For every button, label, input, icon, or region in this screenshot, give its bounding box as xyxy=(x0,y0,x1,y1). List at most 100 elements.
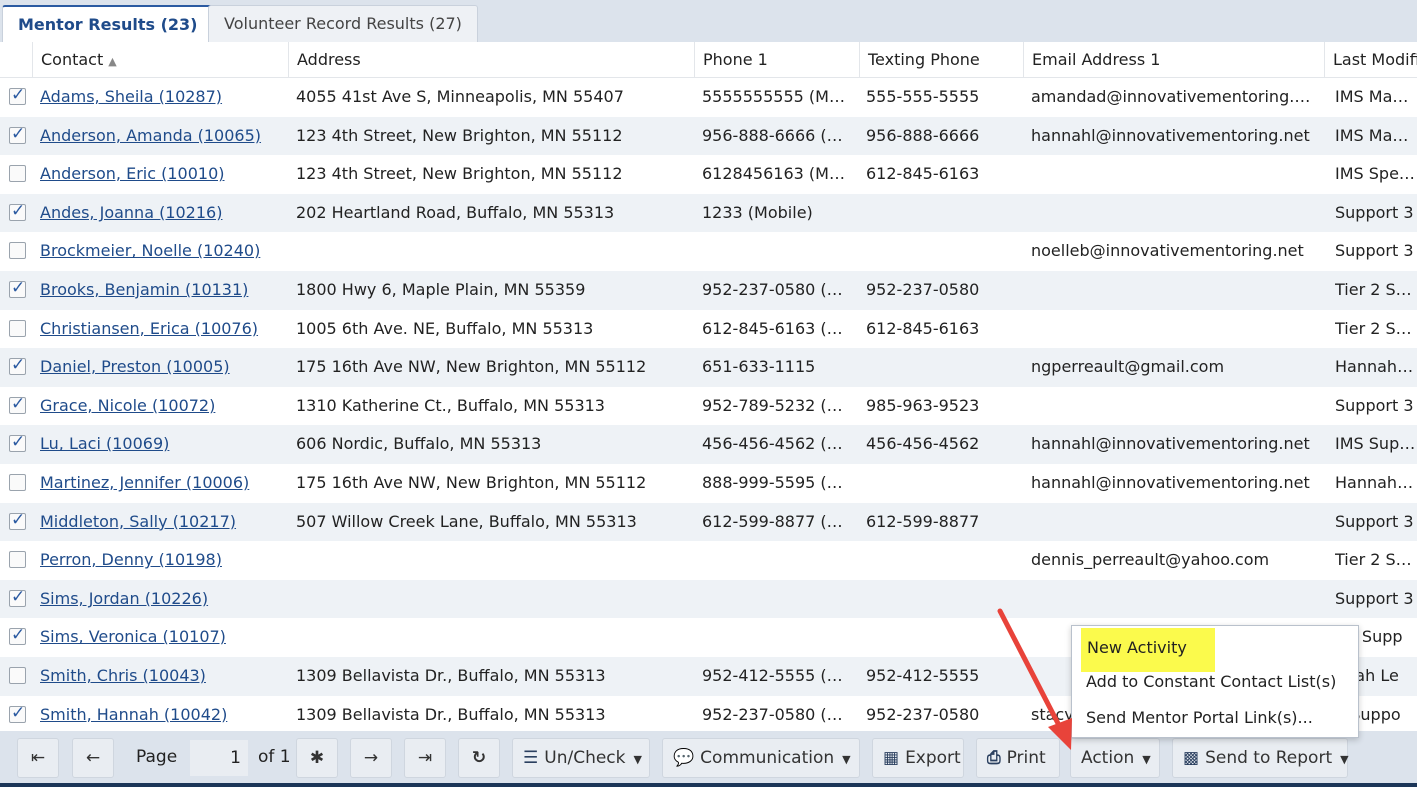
page-number-input[interactable] xyxy=(190,740,248,776)
email-cell xyxy=(1031,310,1321,349)
email-cell: hannahl@innovativementoring.net xyxy=(1031,434,1310,454)
communication-button[interactable]: 💬 Communication ▼ xyxy=(662,738,860,778)
modified-cell: Tier 2 Supp xyxy=(1335,318,1417,338)
last-page-button[interactable]: ⇥ xyxy=(404,738,446,778)
phone-cell: 952-412-5555 (M… xyxy=(702,666,854,685)
contact-link[interactable]: Grace, Nicole (10072) xyxy=(40,396,215,415)
contact-cell: Daniel, Preston (10005) xyxy=(40,348,286,387)
texting-cell: 952-237-0580 xyxy=(866,280,980,299)
phone-cell: 952-789-5232 (H… xyxy=(702,395,854,415)
contact-link[interactable]: Anderson, Amanda (10065) xyxy=(40,126,261,145)
address-cell xyxy=(296,580,688,619)
contact-link[interactable]: Anderson, Eric (10010) xyxy=(40,164,225,183)
action-button[interactable]: Action ▼ xyxy=(1070,738,1160,778)
modified-cell: IMS Manag xyxy=(1335,125,1417,145)
contact-cell: Middleton, Sally (10217) xyxy=(40,503,286,542)
contact-link[interactable]: Middleton, Sally (10217) xyxy=(40,512,236,531)
row-checkbox[interactable] xyxy=(9,124,26,144)
menu-item-send-mentor-portal-link[interactable]: Send Mentor Portal Link(s)... xyxy=(1086,703,1313,733)
row-checkbox[interactable] xyxy=(9,394,26,414)
contact-link[interactable]: Sims, Veronica (10107) xyxy=(40,627,226,646)
modified-cell: Support 3 xyxy=(1335,202,1414,222)
column-header-address[interactable]: Address xyxy=(288,42,694,78)
row-checkbox[interactable] xyxy=(9,432,26,453)
row-checkbox[interactable] xyxy=(9,625,26,646)
contact-link[interactable]: Brockmeier, Noelle (10240) xyxy=(40,241,260,260)
texting-cell xyxy=(866,348,1018,387)
contact-link[interactable]: Smith, Hannah (10042) xyxy=(40,705,227,724)
contact-link[interactable]: Smith, Chris (10043) xyxy=(40,666,206,685)
contact-link[interactable]: Andes, Joanna (10216) xyxy=(40,203,222,222)
contact-link[interactable]: Brooks, Benjamin (10131) xyxy=(40,280,248,299)
contact-link[interactable]: Daniel, Preston (10005) xyxy=(40,357,230,376)
contact-link[interactable]: Adams, Sheila (10287) xyxy=(40,87,222,106)
print-button[interactable]: ⎙ Print xyxy=(976,738,1060,778)
send-to-report-button[interactable]: ▩ Send to Report ▼ xyxy=(1172,738,1349,778)
sort-ascending-icon: ▲ xyxy=(108,55,117,68)
action-menu: New Activity Add to Constant Contact Lis… xyxy=(1071,625,1359,738)
modified-cell: Support 3 xyxy=(1335,588,1414,608)
export-button[interactable]: ▦ Export xyxy=(872,738,964,778)
last-page-icon: ⇥ xyxy=(417,748,433,768)
table-row: Brooks, Benjamin (10131) 1800 Hwy 6, Mapl… xyxy=(0,271,1417,310)
first-page-button[interactable]: ⇤ xyxy=(17,738,59,778)
row-checkbox[interactable] xyxy=(9,201,26,221)
contact-link[interactable]: Christiansen, Erica (10076) xyxy=(40,319,258,338)
address-cell: 507 Willow Creek Lane, Buffalo, MN 55313 xyxy=(296,511,637,531)
column-header-contact[interactable]: Contact ▲ xyxy=(32,42,288,78)
email-cell: ngperreault@gmail.com xyxy=(1031,357,1225,377)
address-cell xyxy=(296,541,688,580)
row-checkbox[interactable] xyxy=(9,703,26,723)
contact-link[interactable]: Perron, Denny (10198) xyxy=(40,550,222,569)
modified-cell: Support 3 xyxy=(1335,395,1414,415)
uncheck-button[interactable]: ☰ Un/Check ▼ xyxy=(512,738,650,778)
texting-cell xyxy=(866,580,1018,619)
address-cell: 1309 Bellavista Dr., Buffalo, MN 55313 xyxy=(296,704,606,724)
phone-cell: 956-888-6666 (… xyxy=(702,125,843,145)
row-checkbox[interactable] xyxy=(9,587,26,607)
show-all-button[interactable]: ✱ xyxy=(296,738,338,778)
bottom-strip xyxy=(0,783,1417,787)
column-header-phone-1[interactable]: Phone 1 xyxy=(694,42,859,78)
row-checkbox[interactable] xyxy=(9,278,26,298)
row-checkbox[interactable] xyxy=(9,355,26,376)
tab-volunteer-record-results[interactable]: Volunteer Record Results (27) xyxy=(208,5,478,42)
refresh-button[interactable]: ↻ xyxy=(458,738,500,778)
column-header-last-modified[interactable]: Last Modifi xyxy=(1324,42,1417,78)
tab-mentor-results[interactable]: Mentor Results (23) xyxy=(2,5,214,42)
texting-cell: 456-456-4562 xyxy=(866,434,980,454)
row-checkbox[interactable] xyxy=(9,319,26,337)
phone-cell: 612-599-8877 (M… xyxy=(702,511,854,531)
row-checkbox[interactable] xyxy=(9,510,26,530)
modified-cell: IMS Suppo xyxy=(1335,434,1417,454)
row-checkbox[interactable] xyxy=(9,242,26,260)
address-cell: 606 Nordic, Buffalo, MN 55313 xyxy=(296,434,542,454)
next-page-button[interactable]: → xyxy=(350,738,392,778)
first-page-icon: ⇤ xyxy=(30,748,46,768)
phone-cell: 952-237-0580 (… xyxy=(702,704,843,724)
contact-link[interactable]: Lu, Laci (10069) xyxy=(40,434,169,453)
row-checkbox[interactable] xyxy=(9,85,26,105)
chevron-down-icon: ▼ xyxy=(1340,753,1349,766)
contact-link[interactable]: Martinez, Jennifer (10006) xyxy=(40,473,249,492)
column-header-email-address-1[interactable]: Email Address 1 xyxy=(1023,42,1324,78)
row-checkbox[interactable] xyxy=(9,165,26,183)
contact-cell: Anderson, Amanda (10065) xyxy=(40,117,286,156)
row-checkbox[interactable] xyxy=(9,667,26,684)
email-cell: noelleb@innovativementoring.net xyxy=(1031,241,1304,261)
menu-item-add-to-constant-contact[interactable]: Add to Constant Contact List(s) xyxy=(1086,667,1336,697)
menu-item-new-activity[interactable]: New Activity xyxy=(1081,628,1215,672)
row-checkbox[interactable] xyxy=(9,474,26,491)
phone-cell xyxy=(702,618,854,657)
table-row: Anderson, Eric (10010) 123 4th Street, Ne… xyxy=(0,155,1417,194)
phone-cell: 888-999-5595 (… xyxy=(702,473,843,492)
email-cell xyxy=(1031,503,1321,542)
contact-cell: Perron, Denny (10198) xyxy=(40,541,286,580)
column-header-texting-phone[interactable]: Texting Phone xyxy=(859,42,1023,78)
contact-link[interactable]: Sims, Jordan (10226) xyxy=(40,589,208,608)
email-cell: dennis_perreault@yahoo.com xyxy=(1031,550,1270,570)
prev-page-button[interactable]: ← xyxy=(72,738,114,778)
phone-cell xyxy=(702,541,854,580)
row-checkbox[interactable] xyxy=(9,551,26,569)
texting-cell: 952-237-0580 xyxy=(866,704,980,724)
